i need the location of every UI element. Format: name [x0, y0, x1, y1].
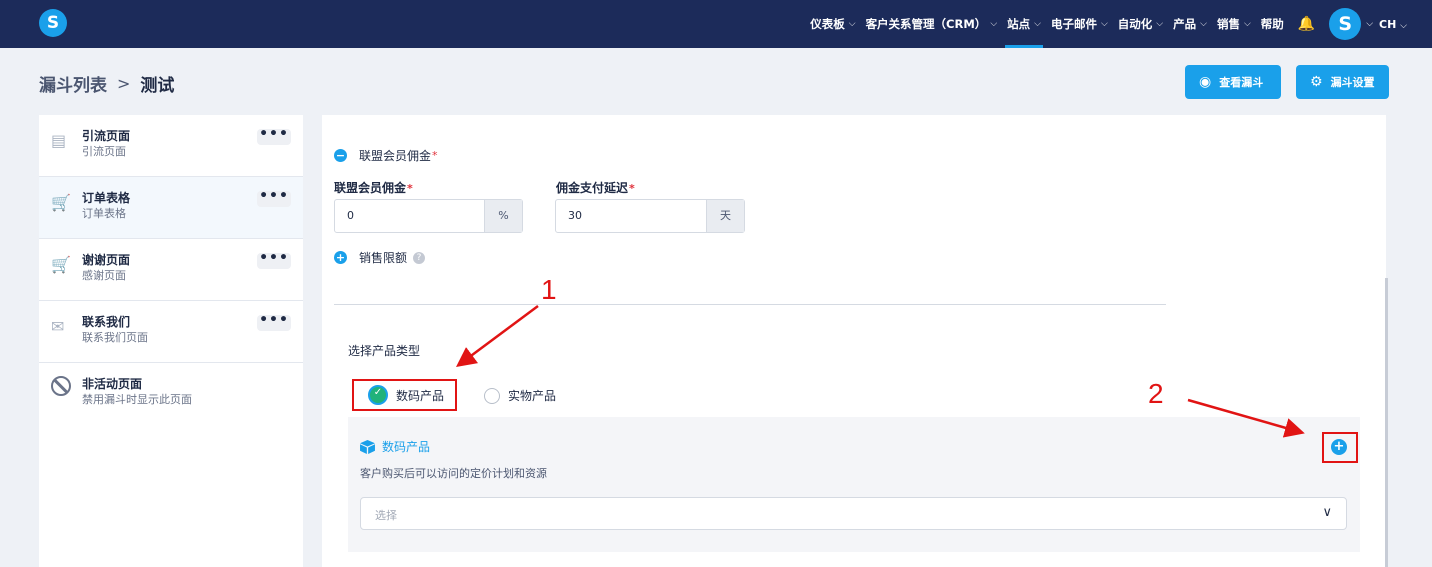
funnel-steps-sidebar: ▤ 引流页面 引流页面 ••• 🛒 订单表格 订单表格 ••• 🛒 谢谢页面 感… — [39, 115, 303, 567]
commission-field: 0 % — [334, 199, 523, 233]
view-funnel-button[interactable]: ◉ 查看漏斗 — [1185, 65, 1281, 99]
affiliate-commission-heading: 联盟会员佣金 — [359, 149, 432, 163]
nav-item-email[interactable]: 电子邮件 ⌵ — [1051, 0, 1108, 48]
sales-limit-label: 销售限额 — [359, 251, 408, 265]
chevron-down-icon[interactable]: ⌵ — [1366, 19, 1373, 29]
chevron-down-icon: ⌵ — [1100, 19, 1108, 29]
nav-label: 自动化 — [1117, 17, 1153, 31]
sidebar-item-inactive-page[interactable]: 非活动页面 禁用漏斗时显示此页面 — [39, 363, 303, 425]
commission-label: 联盟会员佣金* — [334, 181, 413, 195]
ban-icon — [51, 376, 71, 396]
view-funnel-label: 查看漏斗 — [1219, 76, 1264, 89]
nav-item-help[interactable]: 帮助 — [1261, 0, 1284, 48]
breadcrumb-root[interactable]: 漏斗列表 — [39, 71, 107, 96]
envelope-icon: ✉ — [51, 317, 65, 336]
nav-item-products[interactable]: 产品 ⌵ — [1173, 0, 1207, 48]
chevron-down-icon: ⌵ — [990, 19, 998, 29]
chevron-down-icon: ⌵ — [1243, 19, 1251, 29]
annotation-label-2: 2 — [1148, 378, 1164, 409]
top-navbar: S 仪表板 ⌵ 客户关系管理（CRM） ⌵ 站点 ⌵ 电子邮件 ⌵ 自动化 ⌵ 产品 ⌵ 销… — [0, 0, 1432, 48]
nav-item-crm[interactable]: 客户关系管理（CRM） ⌵ — [866, 0, 998, 48]
step-subtitle: 联系我们页面 — [82, 331, 148, 344]
main-nav: 仪表板 ⌵ 客户关系管理（CRM） ⌵ 站点 ⌵ 电子邮件 ⌵ 自动化 ⌵ 产品 ⌵ 销售 ⌵… — [810, 0, 1432, 48]
payout-delay-input[interactable]: 30 — [556, 200, 706, 232]
language-label: CH — [1379, 17, 1397, 31]
gear-icon: ⚙ — [1310, 74, 1323, 90]
step-subtitle: 感谢页面 — [82, 269, 126, 282]
step-title: 非活动页面 — [82, 377, 143, 391]
divider — [334, 304, 1166, 305]
nav-item-dashboard[interactable]: 仪表板 ⌵ — [810, 0, 855, 48]
product-type-label: 选择产品类型 — [348, 344, 421, 358]
sidebar-item-contact-page[interactable]: ✉ 联系我们 联系我们页面 ••• — [39, 301, 303, 363]
breadcrumb: 漏斗列表 > 测试 — [39, 71, 174, 96]
nav-label: 帮助 — [1260, 17, 1284, 31]
more-options-button[interactable]: ••• — [257, 189, 291, 207]
annotation-box-2 — [1322, 432, 1358, 463]
nav-item-sites[interactable]: 站点 ⌵ — [1005, 0, 1043, 48]
digital-product-title: 数码产品 — [360, 438, 430, 455]
help-icon[interactable]: ? — [413, 251, 426, 264]
radio-label: 实物产品 — [508, 389, 557, 403]
page-icon: ▤ — [51, 131, 67, 150]
avatar[interactable]: S — [1329, 8, 1362, 40]
step-subtitle: 引流页面 — [82, 145, 126, 158]
digital-product-description: 客户购买后可以访问的定价计划和资源 — [360, 467, 547, 480]
minus-circle-icon: − — [334, 149, 347, 162]
app-logo[interactable]: S — [39, 9, 67, 37]
nav-item-sales[interactable]: 销售 ⌵ — [1217, 0, 1251, 48]
annotation-box-1 — [352, 379, 457, 411]
eye-icon: ◉ — [1199, 74, 1212, 90]
required-mark: * — [432, 149, 438, 162]
digital-product-section — [348, 417, 1360, 552]
step-subtitle: 禁用漏斗时显示此页面 — [82, 393, 192, 406]
select-placeholder: 选择 — [375, 509, 397, 522]
bell-icon[interactable]: 🔔 — [1298, 16, 1315, 32]
commission-input[interactable]: 0 — [335, 200, 484, 232]
nav-label: 客户关系管理（CRM） — [865, 17, 987, 31]
nav-label: 站点 — [1007, 17, 1031, 31]
nav-item-automation[interactable]: 自动化 ⌵ — [1118, 0, 1163, 48]
cart-check-icon: 🛒 — [51, 255, 71, 274]
radio-physical-product[interactable]: 实物产品 — [484, 387, 556, 404]
sales-limit-toggle[interactable]: + 销售限额 ? — [334, 249, 426, 266]
annotation-label-1: 1 — [541, 274, 557, 305]
more-options-button[interactable]: ••• — [257, 127, 291, 145]
funnel-settings-label: 漏斗设置 — [1330, 76, 1375, 89]
more-options-button[interactable]: ••• — [257, 313, 291, 331]
chevron-down-icon: ⌵ — [1400, 20, 1407, 31]
plus-circle-icon: + — [334, 251, 347, 264]
chevron-down-icon: ⌵ — [1156, 19, 1164, 29]
funnel-settings-button[interactable]: ⚙ 漏斗设置 — [1296, 65, 1389, 99]
nav-label: 电子邮件 — [1050, 17, 1097, 31]
product-select[interactable]: 选择 ∨ — [360, 497, 1347, 530]
percent-suffix: % — [484, 200, 522, 232]
chevron-down-icon: ⌵ — [1200, 19, 1207, 29]
more-options-button[interactable]: ••• — [257, 251, 291, 269]
package-icon — [360, 439, 375, 454]
breadcrumb-separator: > — [117, 74, 131, 93]
scrollbar[interactable] — [1385, 278, 1388, 567]
language-switcher[interactable]: CH ⌵ — [1379, 18, 1407, 31]
sidebar-item-order-form[interactable]: 🛒 订单表格 订单表格 ••• — [39, 177, 303, 239]
chevron-down-icon: ⌵ — [1034, 19, 1041, 29]
chevron-down-icon: ∨ — [1322, 505, 1332, 520]
sidebar-item-optin-page[interactable]: ▤ 引流页面 引流页面 ••• — [39, 115, 303, 177]
nav-label: 产品 — [1173, 17, 1197, 31]
page-title: 测试 — [140, 76, 175, 96]
payout-delay-label: 佣金支付延迟* — [556, 181, 635, 195]
days-suffix: 天 — [706, 200, 744, 232]
step-subtitle: 订单表格 — [82, 207, 126, 220]
chevron-down-icon: ⌵ — [848, 19, 856, 29]
nav-label: 仪表板 — [810, 17, 845, 31]
radio-circle — [484, 387, 500, 404]
sidebar-item-thank-you-page[interactable]: 🛒 谢谢页面 感谢页面 ••• — [39, 239, 303, 301]
cart-icon: 🛒 — [51, 193, 71, 212]
nav-label: 销售 — [1216, 17, 1240, 31]
payout-delay-field: 30 天 — [555, 199, 745, 233]
affiliate-commission-toggle[interactable]: − 联盟会员佣金 * — [334, 147, 438, 164]
